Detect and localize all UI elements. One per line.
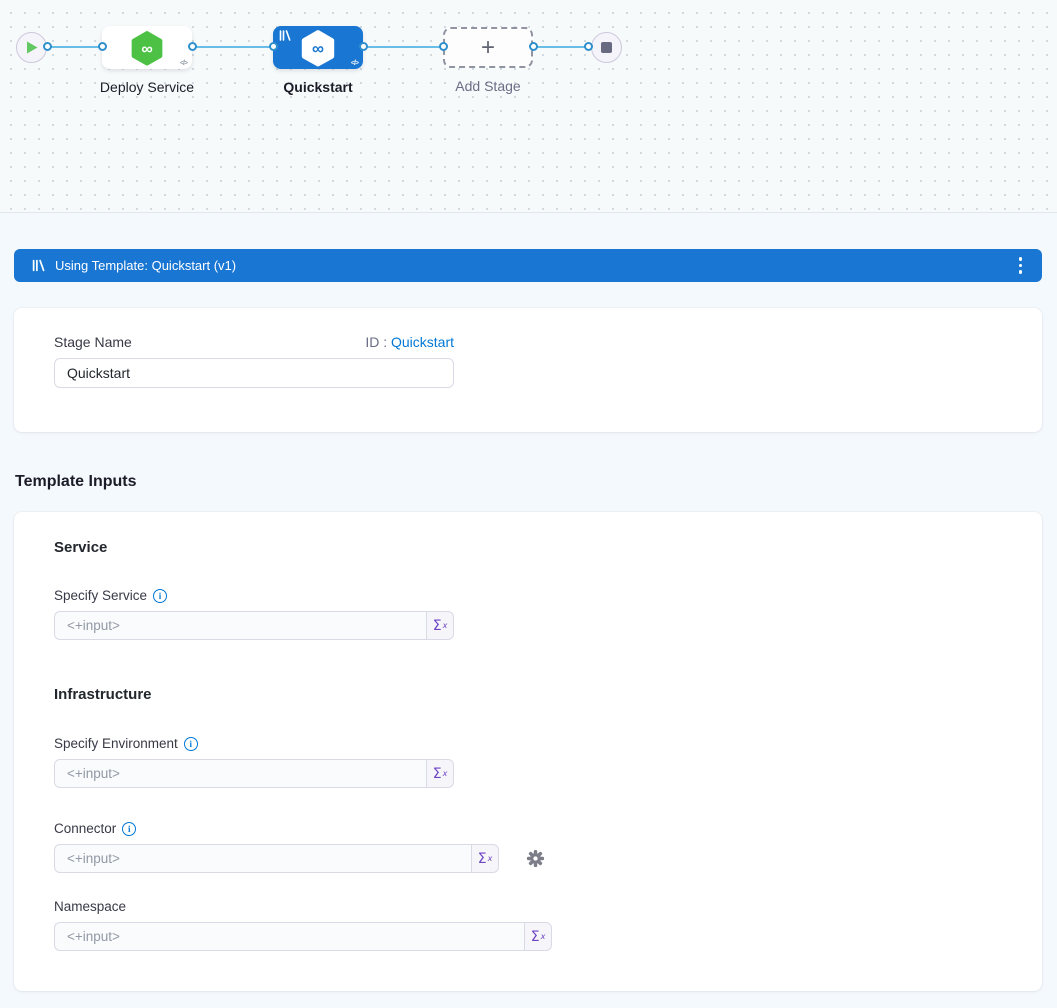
expression-sigma-button[interactable]: Σx [426, 759, 454, 788]
port[interactable] [269, 42, 278, 51]
template-badge-icon [279, 30, 291, 41]
stage-label-quickstart: Quickstart [248, 79, 388, 95]
using-template-banner: Using Template: Quickstart (v1) [14, 249, 1042, 282]
port[interactable] [529, 42, 538, 51]
connector-label-text: Connector [54, 821, 116, 836]
template-library-icon [32, 259, 45, 272]
specify-service-input[interactable] [54, 611, 426, 640]
kebab-menu-icon[interactable] [1013, 253, 1029, 278]
port[interactable] [439, 42, 448, 51]
namespace-input[interactable] [54, 922, 524, 951]
stop-icon [601, 42, 612, 53]
service-section-title: Service [54, 539, 1002, 556]
stage-overview-card: Stage Name ID : Quickstart [14, 308, 1042, 432]
info-icon[interactable]: i [153, 589, 167, 603]
specify-service-label-text: Specify Service [54, 588, 147, 603]
edge-addstage-end [533, 46, 588, 48]
template-inputs-heading: Template Inputs [15, 473, 1057, 491]
svg-text:∞: ∞ [312, 39, 324, 58]
expression-sigma-button[interactable]: Σx [426, 611, 454, 640]
template-inputs-card: Service Specify Service i Σx Infrastruct… [14, 512, 1042, 991]
cd-hexagon-icon: ∞ [129, 30, 165, 66]
edge-quickstart-addstage [363, 46, 443, 48]
port[interactable] [584, 42, 593, 51]
stage-node-deploy-service[interactable]: ∞ </> [102, 26, 192, 69]
add-stage-button[interactable]: + [443, 27, 533, 68]
stage-name-label: Stage Name [54, 334, 132, 350]
namespace-label: Namespace [54, 899, 1002, 914]
stage-id-link[interactable]: Quickstart [391, 334, 454, 350]
sigma-icon: Σ [478, 851, 487, 867]
stage-id: ID : Quickstart [365, 334, 454, 350]
port[interactable] [359, 42, 368, 51]
sigma-icon: Σ [433, 766, 442, 782]
expression-sigma-button[interactable]: Σx [471, 844, 499, 873]
code-icon: </> [180, 60, 187, 67]
cd-hexagon-icon: ∞ [299, 29, 337, 67]
code-icon: </> [351, 60, 358, 67]
play-icon [26, 41, 38, 54]
expression-sigma-button[interactable]: Σx [524, 922, 552, 951]
connector-settings-button[interactable] [526, 849, 545, 868]
sigma-sup: x [443, 769, 448, 778]
port[interactable] [43, 42, 52, 51]
specify-environment-input[interactable] [54, 759, 426, 788]
specify-environment-label-text: Specify Environment [54, 736, 178, 751]
sigma-sup: x [443, 621, 448, 630]
plus-icon: + [481, 34, 495, 62]
sigma-icon: Σ [433, 618, 442, 634]
pipeline-end-node [591, 32, 622, 63]
stage-label-deploy-service: Deploy Service [77, 79, 217, 95]
banner-text: Using Template: Quickstart (v1) [55, 258, 1013, 273]
stage-name-input[interactable] [54, 358, 454, 388]
info-icon[interactable]: i [122, 822, 136, 836]
sigma-sup: x [488, 854, 493, 863]
connector-input[interactable] [54, 844, 471, 873]
specify-service-label: Specify Service i [54, 588, 1002, 603]
port[interactable] [98, 42, 107, 51]
sigma-icon: Σ [531, 929, 540, 945]
connector-label: Connector i [54, 821, 1002, 836]
port[interactable] [188, 42, 197, 51]
infrastructure-section-title: Infrastructure [54, 686, 1002, 703]
pipeline-canvas[interactable]: ∞ </> ∞ </> + Deploy Service Quickstart … [0, 0, 1057, 213]
stage-id-prefix: ID : [365, 334, 387, 350]
specify-environment-label: Specify Environment i [54, 736, 1002, 751]
edge-deploy-quickstart [192, 46, 273, 48]
edge-start-deploy [47, 46, 103, 48]
stage-label-add-stage: Add Stage [418, 78, 558, 94]
stage-node-quickstart[interactable]: ∞ </> [273, 26, 363, 69]
namespace-label-text: Namespace [54, 899, 126, 914]
gear-icon [526, 849, 545, 868]
sigma-sup: x [541, 932, 546, 941]
info-icon[interactable]: i [184, 737, 198, 751]
svg-text:∞: ∞ [141, 40, 152, 57]
